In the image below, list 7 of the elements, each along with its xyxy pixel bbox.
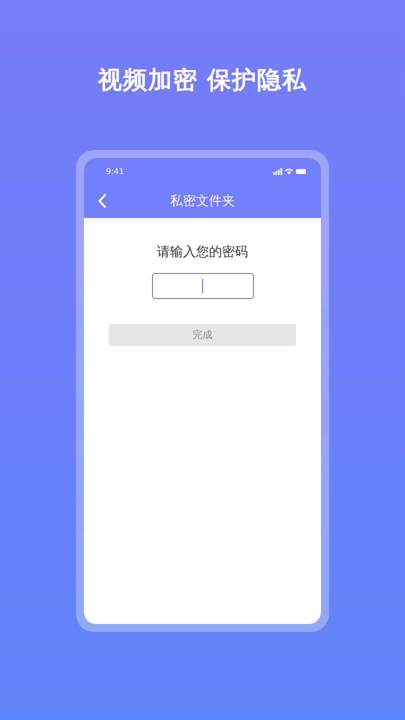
nav-title: 私密文件夹 bbox=[170, 193, 235, 210]
password-field[interactable] bbox=[152, 273, 254, 299]
back-icon[interactable] bbox=[98, 194, 106, 208]
password-prompt: 请输入您的密码 bbox=[157, 244, 248, 261]
status-icons bbox=[273, 167, 307, 175]
status-time: 9:41 bbox=[106, 166, 124, 176]
headline: 视频加密 保护隐私 bbox=[98, 65, 308, 96]
